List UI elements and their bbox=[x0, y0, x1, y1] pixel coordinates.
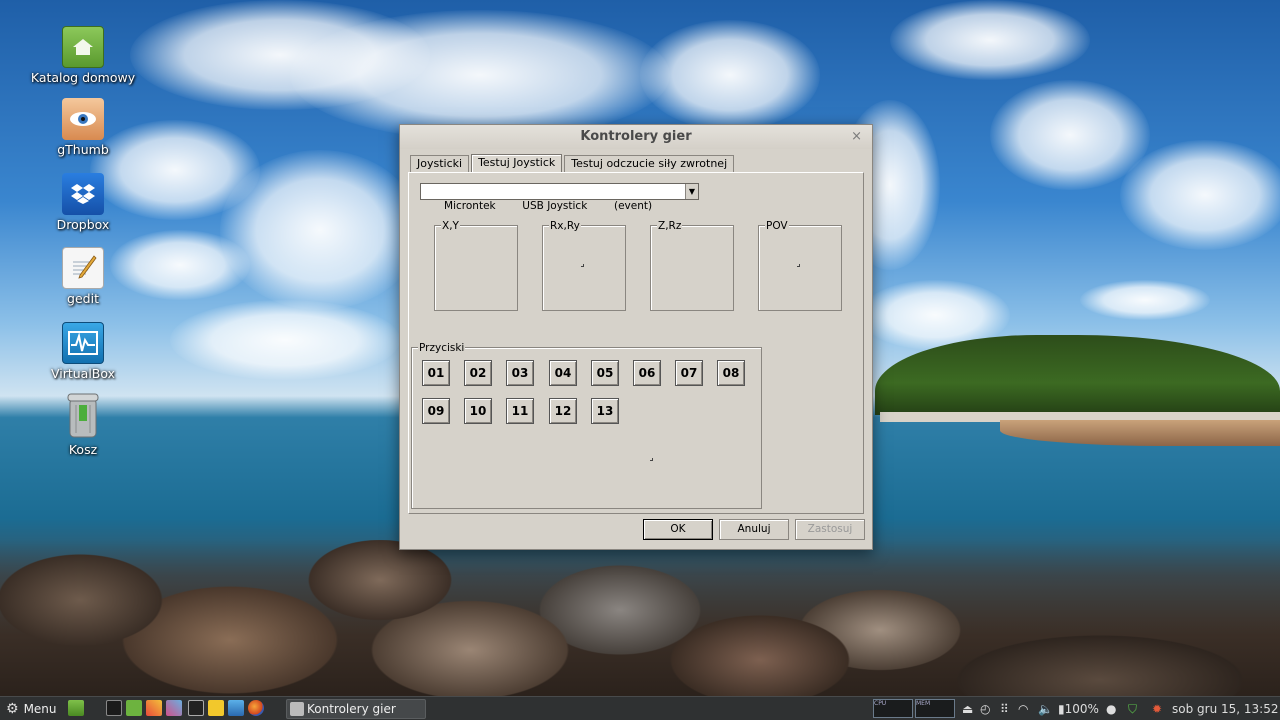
desktop-icon-trash[interactable]: Kosz bbox=[23, 390, 143, 457]
buttons-group: Przyciski 01 02 03 04 05 06 07 08 09 10 … bbox=[411, 342, 762, 509]
memory-graph: MEM bbox=[915, 699, 955, 718]
joystick-button-01: 01 bbox=[422, 360, 450, 386]
battery-percent: 100% bbox=[1064, 702, 1099, 716]
gear-icon: ⚙ bbox=[6, 701, 19, 717]
joystick-button-02: 02 bbox=[464, 360, 492, 386]
apps-grid-icon[interactable]: ⠿ bbox=[1000, 700, 1009, 718]
axis-label-pov: POV bbox=[765, 220, 789, 232]
joystick-button-06: 06 bbox=[633, 360, 661, 386]
joystick-button-03: 03 bbox=[506, 360, 534, 386]
clock[interactable]: sob gru 15, 13:52 bbox=[1172, 700, 1278, 718]
joystick-button-13: 13 bbox=[591, 398, 619, 424]
desktop-icon-virtualbox[interactable]: VirtualBox bbox=[23, 322, 143, 381]
notes-icon[interactable] bbox=[208, 700, 224, 716]
tab-joysticks[interactable]: Joysticki bbox=[410, 155, 470, 173]
menu-button[interactable]: ⚙ Menu bbox=[6, 700, 57, 718]
desktop-icon-gedit[interactable]: gedit bbox=[23, 247, 143, 306]
tab-test-joystick[interactable]: Testuj Joystick bbox=[471, 154, 563, 173]
joystick-button-09: 09 bbox=[422, 398, 450, 424]
screenshot-icon[interactable] bbox=[188, 700, 204, 716]
pov-indicator-icon bbox=[797, 264, 800, 267]
buttons-group-label: Przyciski bbox=[418, 342, 466, 354]
virtualbox-icon bbox=[62, 322, 104, 364]
joystick-button-07: 07 bbox=[675, 360, 703, 386]
media-icon[interactable] bbox=[166, 700, 182, 716]
axis-label-rxry: Rx,Ry bbox=[549, 220, 581, 232]
terminal-icon[interactable] bbox=[106, 700, 122, 716]
removable-drive-icon[interactable]: ⏏ bbox=[962, 700, 973, 718]
joystick-button-04: 04 bbox=[549, 360, 577, 386]
cancel-button[interactable]: Anuluj bbox=[719, 519, 789, 540]
test-joystick-panel: Microntek USB Joystick (event) ▼ X,Y Rx,… bbox=[408, 172, 864, 514]
taskbar: ⚙ Menu Kontrolery gier CPU MEM ⏏ ◴ ⠿ ◠ 🔈… bbox=[0, 696, 1280, 720]
battery-indicator[interactable]: ▮100% bbox=[1058, 700, 1099, 718]
show-desktop-icon[interactable] bbox=[68, 700, 84, 716]
battery-icon: ▮ bbox=[1058, 702, 1065, 716]
tab-test-force-feedback[interactable]: Testuj odczucie siły zwrotnej bbox=[564, 155, 735, 173]
desktop-icon-gthumb[interactable]: gThumb bbox=[23, 98, 143, 157]
trash-icon bbox=[62, 390, 104, 440]
axis-box-pov: POV bbox=[758, 220, 842, 311]
virtualbox-launcher-icon[interactable] bbox=[228, 700, 244, 716]
device-select-value: Microntek USB Joystick (event) bbox=[444, 200, 653, 212]
cpu-graph-label: CPU bbox=[874, 700, 887, 707]
device-select[interactable]: Microntek USB Joystick (event) ▼ bbox=[420, 183, 699, 212]
wifi-icon[interactable]: ◠ bbox=[1018, 700, 1028, 718]
desktop-icon-home[interactable]: Katalog domowy bbox=[23, 26, 143, 85]
taskbar-window-label: Kontrolery gier bbox=[307, 702, 396, 716]
dialog-titlebar[interactable]: Kontrolery gier × bbox=[400, 125, 872, 149]
dropbox-icon bbox=[62, 173, 104, 215]
menu-label: Menu bbox=[23, 702, 57, 716]
resize-grip-icon bbox=[650, 458, 653, 461]
axis-label-xy: X,Y bbox=[441, 220, 460, 232]
axis-box-rxry: Rx,Ry bbox=[542, 220, 626, 311]
notifications-icon[interactable]: ● bbox=[1106, 700, 1116, 718]
axis-indicator-icon bbox=[581, 264, 584, 267]
gedit-notepad-icon bbox=[62, 247, 104, 289]
chevron-down-icon[interactable]: ▼ bbox=[685, 184, 698, 199]
axis-box-xy: X,Y bbox=[434, 220, 518, 311]
joystick-button-08: 08 bbox=[717, 360, 745, 386]
cpu-graph: CPU bbox=[873, 699, 913, 718]
close-icon[interactable]: × bbox=[851, 125, 862, 149]
memory-graph-label: MEM bbox=[916, 700, 931, 707]
bug-icon[interactable]: ✹ bbox=[1152, 700, 1162, 718]
shield-icon[interactable]: ⛉ bbox=[1128, 700, 1137, 718]
taskbar-window-game-controllers[interactable]: Kontrolery gier bbox=[286, 699, 426, 719]
axis-box-zrz: Z,Rz bbox=[650, 220, 734, 311]
joystick-button-05: 05 bbox=[591, 360, 619, 386]
files-icon[interactable] bbox=[126, 700, 142, 716]
dialog-title: Kontrolery gier bbox=[580, 129, 692, 144]
apply-button: Zastosuj bbox=[795, 519, 865, 540]
volume-icon[interactable]: 🔈 bbox=[1038, 700, 1053, 718]
axis-label-zrz: Z,Rz bbox=[657, 220, 683, 232]
image-viewer-icon[interactable] bbox=[146, 700, 162, 716]
joystick-button-10: 10 bbox=[464, 398, 492, 424]
gthumb-eye-icon bbox=[62, 98, 104, 140]
home-folder-icon bbox=[62, 26, 104, 68]
desktop-icon-dropbox[interactable]: Dropbox bbox=[23, 173, 143, 232]
joystick-button-12: 12 bbox=[549, 398, 577, 424]
game-controllers-dialog: Kontrolery gier × Joysticki Testuj Joyst… bbox=[399, 124, 873, 550]
window-icon bbox=[290, 702, 304, 716]
update-icon[interactable]: ◴ bbox=[980, 700, 990, 718]
dialog-tabs: Joysticki Testuj Joystick Testuj odczuci… bbox=[410, 154, 736, 173]
ok-button[interactable]: OK bbox=[643, 519, 713, 540]
firefox-icon[interactable] bbox=[248, 700, 264, 716]
joystick-button-11: 11 bbox=[506, 398, 534, 424]
